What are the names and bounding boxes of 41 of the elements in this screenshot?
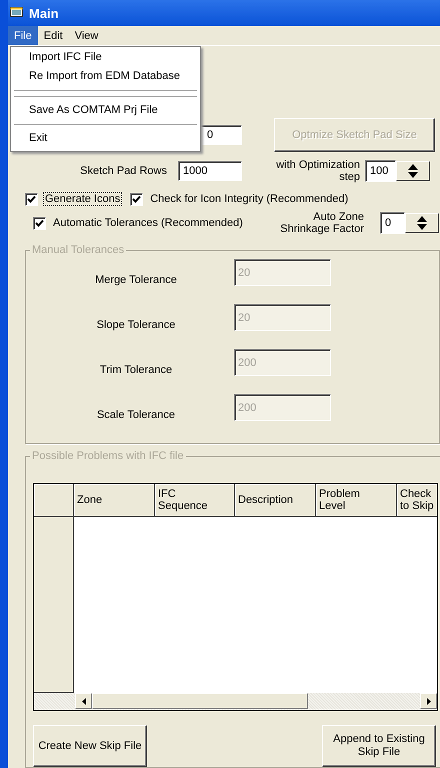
- field-label: Trim Tolerance: [98, 362, 174, 376]
- field-label: Sketch Pad Rows: [79, 165, 167, 177]
- scroll-left-button[interactable]: [75, 693, 92, 709]
- corner-cell: [34, 484, 74, 517]
- scroll-thumb[interactable]: [92, 693, 308, 709]
- field-label: Auto Zone Shrinkage Factor: [279, 211, 364, 235]
- menu-item[interactable]: Edit: [38, 26, 69, 45]
- right-arrow-icon[interactable]: [426, 698, 430, 704]
- window-title: Main: [29, 6, 59, 20]
- down-arrow-icon[interactable]: [416, 224, 428, 230]
- spinner-control[interactable]: [405, 213, 439, 233]
- menu-item[interactable]: Save As COMTAM Prj File: [11, 102, 200, 119]
- field-label: Slope Tolerance: [96, 318, 176, 330]
- action-button[interactable]: Create New Skip File: [33, 725, 147, 767]
- down-arrow-icon[interactable]: [407, 172, 419, 178]
- field-label: with Optimization step: [276, 159, 360, 183]
- window-icon: [10, 7, 24, 19]
- input-field[interactable]: 100: [365, 160, 396, 182]
- scroll-right-button[interactable]: [420, 693, 437, 709]
- group-title: Manual Tolerances: [30, 244, 126, 256]
- action-button[interactable]: Append to Existing Skip File: [322, 725, 436, 767]
- group-title: Possible Problems with IFC file: [30, 450, 186, 462]
- field-label: Merge Tolerance: [94, 272, 178, 286]
- menu-item[interactable]: File: [8, 26, 38, 45]
- menu-item[interactable]: Re Import from EDM Database: [11, 68, 200, 85]
- input-field[interactable]: 1000: [178, 161, 242, 181]
- left-arrow-icon[interactable]: [82, 698, 86, 704]
- menu-item[interactable]: Import IFC File: [11, 49, 200, 66]
- checkbox[interactable]: [25, 192, 38, 206]
- checkbox-label[interactable]: Automatic Tolerances (Recommended): [51, 216, 245, 230]
- checkbox[interactable]: [33, 216, 46, 230]
- checkbox-label[interactable]: Check for Icon Integrity (Recommended): [148, 192, 350, 206]
- horizontal-scrollbar[interactable]: [34, 693, 437, 710]
- spinner-control[interactable]: [396, 161, 430, 181]
- up-arrow-icon[interactable]: [416, 216, 428, 222]
- checkbox[interactable]: [130, 192, 144, 206]
- input-field[interactable]: 0: [380, 212, 405, 234]
- checkbox-label[interactable]: Generate Icons: [43, 192, 122, 206]
- menu-item[interactable]: View: [68, 26, 104, 45]
- up-arrow-icon[interactable]: [407, 164, 419, 170]
- field-label: Scale Tolerance: [96, 408, 176, 420]
